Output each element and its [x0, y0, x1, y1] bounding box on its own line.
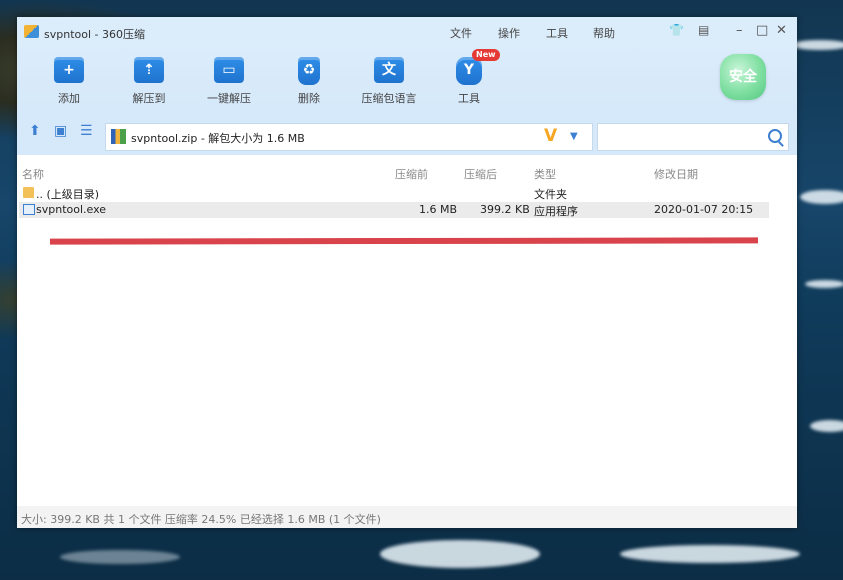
recycle-bin-icon: ♻ [298, 57, 320, 85]
delete-label: 删除 [298, 92, 320, 105]
thumbnail-view-icon[interactable]: ▣ [54, 122, 67, 140]
title-bar[interactable]: svpntool - 360压缩 文件 操作 工具 帮助 👕 ▤ – □ ✕ [17, 17, 797, 45]
header-size-before[interactable]: 压缩前 [395, 166, 428, 182]
archive-language-button[interactable]: 文 压缩包语言 [354, 57, 424, 106]
wave-foam [805, 280, 843, 288]
wave-foam [60, 550, 180, 564]
address-bar: ⬆ ▣ ☰ svpntool.zip - 解包大小为 1.6 MB V ▼ [17, 109, 797, 155]
toolbar: + 添加 ⇡ 解压到 ▭ 一键解压 ♻ 删除 文 压缩包语言 Y New 工具 … [17, 45, 797, 109]
path-field[interactable]: svpntool.zip - 解包大小为 1.6 MB V ▼ [105, 123, 593, 151]
menu-operation[interactable]: 操作 [498, 25, 520, 41]
path-text: svpntool.zip - 解包大小为 1.6 MB [131, 132, 305, 145]
add-label: 添加 [58, 92, 80, 105]
one-click-extract-label: 一键解压 [207, 92, 251, 105]
cell-type: 应用程序 [534, 205, 578, 218]
cell-name: svpntool.exe [36, 203, 107, 216]
one-click-extract-button[interactable]: ▭ 一键解压 [194, 57, 264, 106]
zip-archive-icon [111, 129, 126, 144]
folder-icon [23, 187, 34, 198]
wave-foam [790, 40, 843, 50]
delete-button[interactable]: ♻ 删除 [274, 57, 344, 106]
chevron-down-icon[interactable]: ▼ [570, 131, 578, 142]
tools-label: 工具 [458, 92, 480, 105]
security-badge[interactable]: 安全 [720, 54, 766, 100]
archive-window: svpntool - 360压缩 文件 操作 工具 帮助 👕 ▤ – □ ✕ +… [17, 17, 797, 528]
status-text: 大小: 399.2 KB 共 1 个文件 压缩率 24.5% 已经选择 1.6 … [21, 513, 381, 526]
wave-foam [810, 420, 843, 432]
header-name[interactable]: 名称 [22, 166, 44, 182]
list-view-icon[interactable]: ☰ [80, 122, 93, 140]
cell-size-after: 399.2 KB [480, 203, 530, 216]
app-icon [24, 25, 39, 38]
search-icon[interactable] [768, 129, 782, 143]
extract-to-icon: ⇡ [134, 57, 164, 83]
menu-file[interactable]: 文件 [450, 25, 472, 41]
one-click-extract-icon: ▭ [214, 57, 244, 83]
cell-name: .. (上级目录) [36, 188, 100, 201]
menu-tools[interactable]: 工具 [546, 25, 568, 41]
language-icon: 文 [374, 57, 404, 83]
file-list: 名称 压缩前 压缩后 类型 修改日期 .. (上级目录) 文件夹 svpntoo… [17, 162, 797, 504]
table-row[interactable]: svpntool.exe 1.6 MB 399.2 KB 应用程序 2020-0… [19, 202, 769, 218]
cell-type: 文件夹 [534, 188, 567, 201]
minimize-button[interactable]: – [736, 23, 743, 38]
close-button[interactable]: ✕ [776, 23, 787, 38]
feedback-icon[interactable]: ▤ [698, 23, 709, 37]
v-logo-icon[interactable]: V [544, 126, 557, 146]
tools-button[interactable]: Y New 工具 [434, 49, 504, 106]
exe-icon [23, 204, 35, 215]
extract-to-label: 解压到 [132, 92, 166, 105]
wave-foam [800, 190, 843, 204]
search-input[interactable] [597, 123, 789, 151]
extract-to-button[interactable]: ⇡ 解压到 [114, 57, 184, 106]
wave-foam [380, 540, 540, 568]
wave-foam [620, 545, 800, 563]
add-button[interactable]: + 添加 [34, 57, 104, 106]
cell-size-before: 1.6 MB [419, 203, 458, 216]
table-row[interactable]: .. (上级目录) 文件夹 [19, 185, 769, 201]
window-title: svpntool - 360压缩 [44, 28, 145, 41]
header-type[interactable]: 类型 [534, 166, 556, 182]
header-modified-date[interactable]: 修改日期 [654, 166, 698, 182]
status-bar: 大小: 399.2 KB 共 1 个文件 压缩率 24.5% 已经选择 1.6 … [17, 506, 797, 528]
add-icon: + [54, 57, 84, 83]
red-annotation-line [49, 237, 759, 245]
new-badge: New [472, 49, 500, 61]
menu-help[interactable]: 帮助 [593, 25, 615, 41]
skin-icon[interactable]: 👕 [669, 23, 684, 37]
up-arrow-icon[interactable]: ⬆ [29, 122, 41, 140]
tools-icon: Y [456, 57, 482, 85]
archive-language-label: 压缩包语言 [361, 92, 417, 105]
maximize-button[interactable]: □ [756, 23, 768, 38]
header-size-after[interactable]: 压缩后 [464, 166, 497, 182]
cell-modified-date: 2020-01-07 20:15 [654, 203, 754, 216]
